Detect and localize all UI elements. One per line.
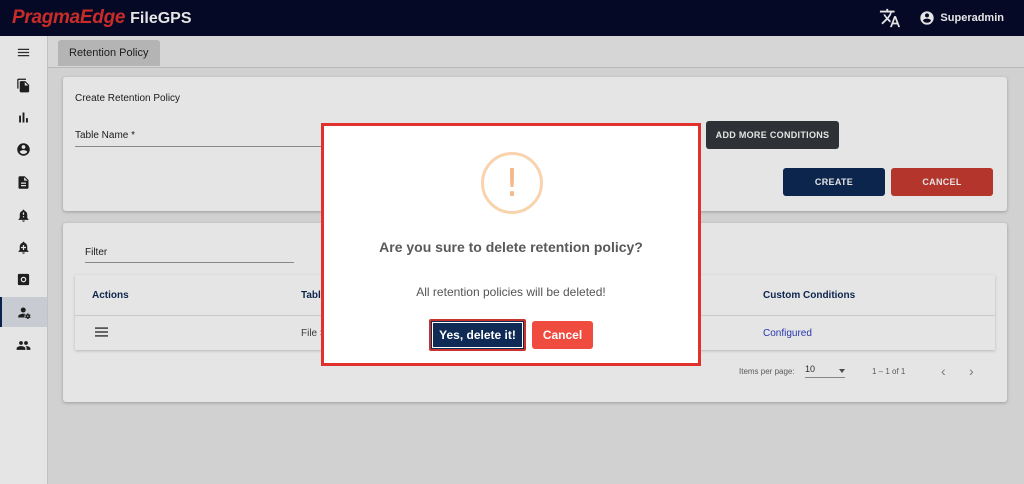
delete-confirm-dialog: ! Are you sure to delete retention polic…: [321, 123, 701, 366]
confirm-delete-button[interactable]: Yes, delete it!: [429, 319, 526, 351]
dialog-cancel-button[interactable]: Cancel: [532, 321, 593, 349]
dialog-title: Are you sure to delete retention policy?: [379, 239, 643, 255]
dialog-message: All retention policies will be deleted!: [416, 285, 606, 299]
exclamation-icon: !: [481, 152, 543, 214]
